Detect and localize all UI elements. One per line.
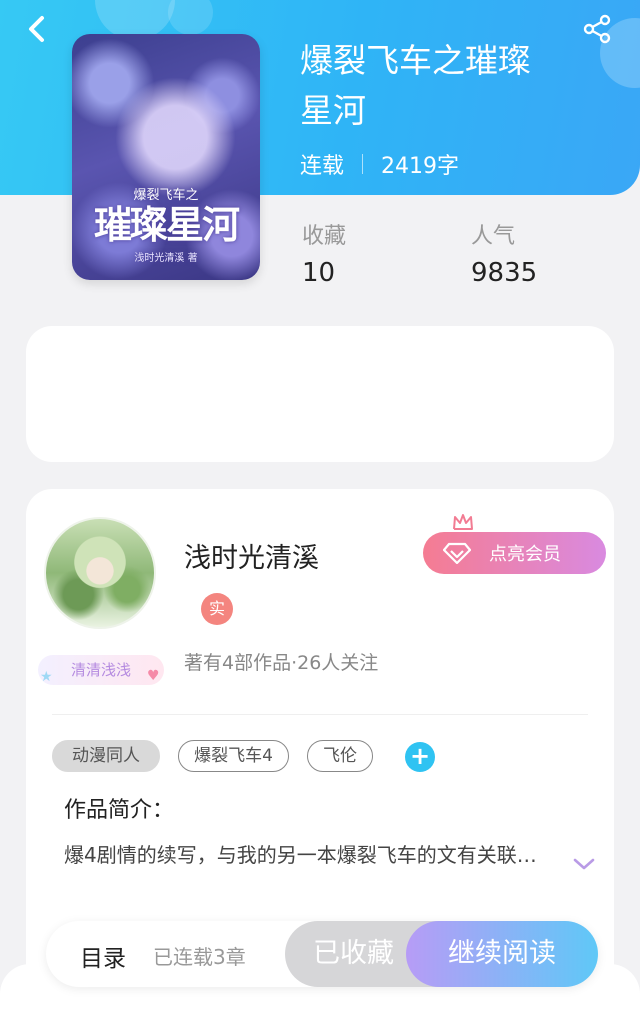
favorites-label: 收藏 — [302, 224, 347, 249]
author-name[interactable]: 浅时光清溪 — [184, 536, 319, 575]
book-title-line: 星河 — [300, 91, 366, 130]
chevron-down-icon[interactable] — [572, 855, 596, 873]
intro-heading: 作品简介： — [64, 798, 175, 823]
status-label: 连载 — [300, 154, 345, 179]
crown-icon — [453, 514, 473, 530]
book-cover[interactable]: 爆裂飞车之 璀璨星河 浅时光清溪 著 — [72, 34, 260, 280]
continue-reading-button[interactable]: 继续阅读 — [406, 921, 598, 987]
favorites-value: 10 — [302, 258, 336, 288]
chapter-count: 已连载3章 — [153, 945, 246, 969]
book-title: 爆裂飞车之璀璨 星河 — [300, 36, 600, 136]
book-title-line: 爆裂飞车之璀璨 — [300, 41, 531, 80]
tag-chip[interactable]: 爆裂飞车4 — [178, 740, 289, 772]
author-nameplate: 清清浅浅 — [38, 655, 164, 685]
cover-title: 爆裂飞车之 璀璨星河 浅时光清溪 著 — [72, 184, 260, 264]
word-count: 2419字 — [381, 154, 460, 179]
author-summary: 著有4部作品·26人关注 — [184, 652, 379, 674]
cover-subtitle: 爆裂飞车之 — [133, 188, 199, 203]
empty-content-card — [26, 326, 614, 462]
book-meta: 连载 2419字 — [300, 148, 459, 180]
tag-chip[interactable]: 飞伦 — [307, 740, 373, 772]
vip-button[interactable]: 点亮会员 — [423, 532, 606, 574]
add-tag-icon[interactable]: + — [405, 742, 435, 772]
popularity-value: 9835 — [471, 258, 538, 288]
tag-chip[interactable]: 动漫同人 — [52, 740, 160, 772]
star-icon: ★ — [40, 669, 53, 685]
vip-button-label: 点亮会员 — [489, 544, 561, 565]
nameplate-text: 清清浅浅 — [70, 661, 131, 679]
author-avatar[interactable] — [44, 517, 156, 629]
diamond-icon — [443, 542, 471, 564]
verified-badge: 实 — [201, 593, 233, 625]
toc-button[interactable]: 目录 — [80, 939, 126, 973]
intro-text: 爆4剧情的续写，与我的另一本爆裂飞车的文有关联… — [64, 843, 537, 867]
chevron-left-icon[interactable] — [20, 12, 54, 46]
cover-author: 浅时光清溪 著 — [134, 253, 198, 264]
decor-bubble — [168, 0, 213, 35]
divider — [52, 714, 588, 715]
heart-icon: ♥ — [147, 668, 160, 684]
meta-divider — [362, 154, 364, 174]
cover-main-title: 璀璨星河 — [93, 202, 240, 247]
popularity-label: 人气 — [471, 224, 516, 249]
